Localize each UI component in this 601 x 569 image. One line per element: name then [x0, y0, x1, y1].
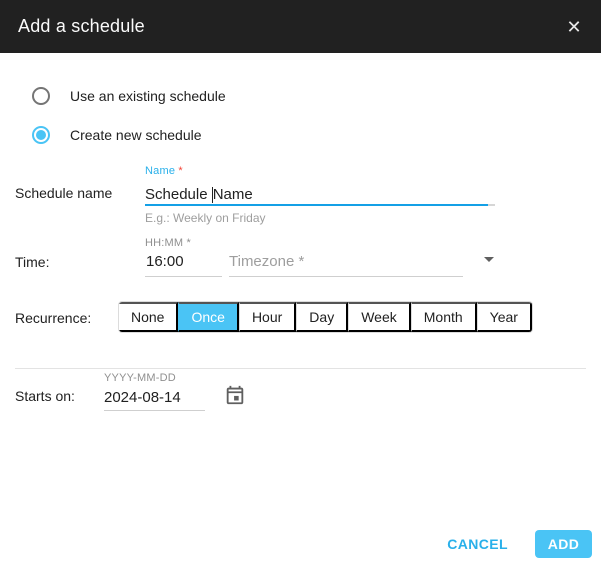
add-schedule-dialog: Add a schedule ✕ Use an existing schedul…	[0, 0, 601, 569]
recurrence-option-month[interactable]: Month	[411, 302, 477, 332]
radio-create-new-schedule[interactable]: Create new schedule	[32, 126, 202, 144]
recurrence-button-group: None Once Hour Day Week Month Year	[118, 301, 533, 333]
radio-label: Use an existing schedule	[70, 88, 226, 104]
recurrence-option-hour[interactable]: Hour	[239, 302, 296, 332]
radio-unselected-icon	[32, 87, 50, 105]
section-divider	[15, 368, 586, 369]
date-input[interactable]: 2024-08-14	[104, 389, 181, 406]
starts-on-row-label: Starts on:	[15, 388, 75, 404]
name-field-helper: E.g.: Weekly on Friday	[145, 211, 266, 225]
chevron-down-icon[interactable]	[484, 257, 494, 262]
timezone-select[interactable]: Timezone *	[229, 253, 304, 270]
radio-label: Create new schedule	[70, 127, 202, 143]
timezone-underline	[229, 276, 463, 277]
schedule-name-row-label: Schedule name	[15, 185, 112, 201]
dialog-title: Add a schedule	[18, 16, 145, 37]
calendar-icon[interactable]	[224, 384, 246, 406]
hhmm-field-label: HH:MM *	[145, 237, 191, 249]
schedule-name-input[interactable]: Schedule Name	[145, 186, 253, 203]
close-icon[interactable]: ✕	[561, 14, 587, 40]
time-row-label: Time:	[15, 254, 49, 270]
cancel-button[interactable]: CANCEL	[447, 536, 508, 552]
hhmm-input[interactable]: 16:00	[146, 253, 184, 270]
recurrence-option-once[interactable]: Once	[178, 302, 238, 332]
dialog-header: Add a schedule ✕	[0, 0, 601, 53]
recurrence-option-week[interactable]: Week	[348, 302, 411, 332]
date-field-label: YYYY-MM-DD	[104, 372, 176, 384]
recurrence-option-day[interactable]: Day	[296, 302, 348, 332]
add-button[interactable]: ADD	[535, 530, 592, 558]
recurrence-option-year[interactable]: Year	[477, 302, 532, 332]
date-underline	[104, 410, 205, 411]
name-field-underline	[145, 204, 488, 206]
name-field-underline-tail	[488, 204, 495, 206]
name-field-label: Name *	[145, 165, 183, 177]
recurrence-option-none[interactable]: None	[119, 302, 178, 332]
radio-selected-icon	[32, 126, 50, 144]
recurrence-row-label: Recurrence:	[15, 310, 91, 326]
hhmm-underline	[145, 276, 222, 277]
radio-use-existing-schedule[interactable]: Use an existing schedule	[32, 87, 226, 105]
